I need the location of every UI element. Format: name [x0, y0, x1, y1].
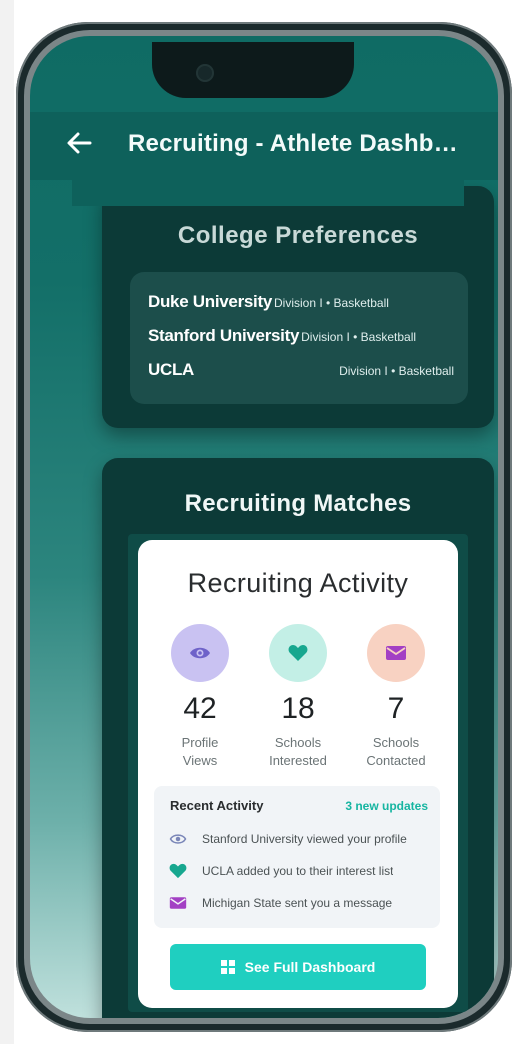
new-updates-badge[interactable]: 3 new updates	[345, 799, 428, 813]
school-meta: Division I • Basketball	[274, 296, 389, 310]
stat-label-line: Schools	[274, 735, 322, 750]
school-meta: Division I • Basketball	[301, 330, 417, 344]
recruiting-activity-widget: Recruiting Activity 42 Profile Views 18 …	[138, 540, 458, 1008]
recent-activity-heading: Recent Activity	[170, 798, 264, 813]
school-meta: Division I • Basketball	[339, 364, 454, 378]
mail-icon	[168, 894, 188, 912]
dashboard-grid-icon	[220, 960, 235, 974]
phone-notch	[152, 42, 354, 98]
activity-text: UCLA added you to their interest list	[202, 864, 394, 878]
eye-icon	[190, 647, 210, 659]
stat-label-line: Interested	[269, 753, 327, 768]
activity-text: Michigan State sent you a message	[202, 896, 393, 910]
camera-icon	[196, 64, 214, 82]
page-title: Recruiting - Athlete Dashb…	[128, 130, 458, 157]
header-shadow-area	[72, 180, 464, 206]
stat-value: 7	[387, 692, 405, 725]
list-item[interactable]: UCLA added you to their interest list	[168, 860, 432, 882]
heart-icon	[288, 645, 308, 661]
college-preferences-list: Duke University Division I • Basketball …	[130, 272, 468, 404]
stat-icon-circle	[367, 624, 425, 682]
see-full-dashboard-button[interactable]: See Full Dashboard	[170, 944, 426, 990]
list-item[interactable]: Stanford University viewed your profile	[168, 828, 432, 850]
heart-icon	[168, 862, 188, 880]
stat-label: Schools Contacted	[348, 734, 444, 770]
school-name: Stanford University	[148, 326, 300, 345]
stat-profile-views[interactable]: 42 Profile Views	[152, 624, 248, 770]
activity-text: Stanford University viewed your profile	[202, 832, 407, 846]
back-arrow-icon[interactable]	[66, 130, 92, 156]
stat-icon-circle	[171, 624, 229, 682]
stat-label-line: Views	[182, 753, 218, 768]
stat-label-line: Profile	[181, 735, 219, 750]
stat-value: 18	[281, 692, 315, 725]
college-preferences-heading: College Preferences	[177, 222, 419, 249]
background-strip	[0, 0, 14, 1044]
stat-label: Schools Interested	[250, 734, 346, 770]
list-item[interactable]: Duke University Division I • Basketball	[148, 292, 454, 316]
recruiting-activity-title: Recruiting Activity	[187, 568, 409, 598]
eye-icon	[168, 830, 188, 848]
list-item[interactable]: UCLA Division I • Basketball	[148, 360, 454, 384]
stat-schools-interested[interactable]: 18 Schools Interested	[250, 624, 346, 770]
stat-label-line: Schools	[372, 735, 420, 750]
recruiting-matches-card: Recruiting Matches Recruiting Activity 4…	[102, 458, 494, 1018]
school-name: UCLA	[148, 360, 195, 379]
list-item[interactable]: Stanford University Division I • Basketb…	[148, 326, 454, 350]
button-label: See Full Dashboard	[244, 959, 376, 975]
stat-value: 42	[183, 692, 217, 725]
list-item[interactable]: Michigan State sent you a message	[168, 892, 432, 914]
recent-activity-panel: Recent Activity 3 new updates Stanford U…	[154, 786, 440, 928]
stat-icon-circle	[269, 624, 327, 682]
app-bar: Recruiting - Athlete Dashb…	[30, 112, 498, 180]
stat-label: Profile Views	[152, 734, 248, 770]
school-name: Duke University	[148, 292, 272, 311]
stat-schools-contacted[interactable]: 7 Schools Contacted	[348, 624, 444, 770]
stat-label-line: Contacted	[366, 753, 426, 768]
recruiting-matches-title: Recruiting Matches	[184, 490, 412, 517]
mail-icon	[386, 646, 406, 660]
